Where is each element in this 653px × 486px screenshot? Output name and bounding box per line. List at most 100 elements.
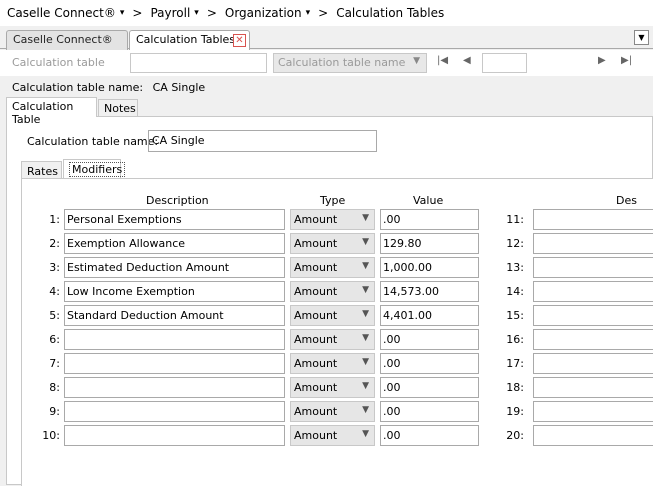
row-number: 16: [506, 333, 524, 346]
type-select[interactable]: Amount ▼ [290, 281, 375, 302]
tab-label: Modifiers [69, 162, 126, 177]
record-number-input[interactable] [482, 53, 527, 73]
type-select-value: Amount [294, 285, 338, 298]
row-number: 18: [506, 381, 524, 394]
chevron-down-icon: ▼ [362, 405, 369, 415]
description-field[interactable]: Exemption Allowance [64, 233, 285, 254]
value-field[interactable]: .00 [380, 377, 479, 398]
close-icon[interactable]: ✕ [233, 34, 246, 47]
row-number: 5: [49, 309, 60, 322]
description-field[interactable]: Personal Exemptions [64, 209, 285, 230]
row-number: 10: [42, 429, 60, 442]
description-field-right[interactable] [533, 329, 653, 350]
description-field[interactable]: Estimated Deduction Amount [64, 257, 285, 278]
description-field-right[interactable] [533, 377, 653, 398]
row-number: 15: [506, 309, 524, 322]
previous-record-icon[interactable]: ◀ [463, 55, 471, 66]
description-field-right[interactable] [533, 401, 653, 422]
type-select[interactable]: Amount ▼ [290, 353, 375, 374]
chevron-down-icon: ▼ [362, 333, 369, 343]
description-field-right[interactable] [533, 233, 653, 254]
type-select[interactable]: Amount ▼ [290, 401, 375, 422]
type-select[interactable]: Amount ▼ [290, 377, 375, 398]
row-number: 20: [506, 429, 524, 442]
tab-menu-dropdown-icon[interactable]: ▼ [634, 30, 649, 45]
tab-rates[interactable]: Rates [21, 161, 62, 179]
chevron-down-icon[interactable]: ▾ [194, 8, 199, 18]
tab-label: Rates [27, 165, 58, 178]
name-label: Calculation table name: [27, 135, 159, 148]
description-field[interactable] [64, 353, 285, 374]
chevron-down-icon: ▼ [362, 237, 369, 247]
chevron-down-icon[interactable]: ▾ [120, 8, 125, 18]
value-field[interactable]: .00 [380, 401, 479, 422]
row-number: 9: [49, 405, 60, 418]
description-field[interactable] [64, 329, 285, 350]
value-field[interactable]: .00 [380, 209, 479, 230]
type-select[interactable]: Amount ▼ [290, 233, 375, 254]
tab-label: Caselle Connect® [13, 33, 113, 46]
value-field[interactable]: .00 [380, 353, 479, 374]
description-field[interactable] [64, 401, 285, 422]
type-select-value: Amount [294, 405, 338, 418]
description-field[interactable] [64, 425, 285, 446]
calculation-table-name-select[interactable]: Calculation table name ▼ [273, 53, 427, 73]
chevron-down-icon: ▼ [362, 285, 369, 295]
value-field[interactable]: .00 [380, 425, 479, 446]
row-number: 14: [506, 285, 524, 298]
calculation-table-name-field[interactable]: CA Single [148, 130, 377, 152]
row-number: 17: [506, 357, 524, 370]
type-select[interactable]: Amount ▼ [290, 257, 375, 278]
value-field[interactable]: 129.80 [380, 233, 479, 254]
description-field-right[interactable] [533, 209, 653, 230]
description-field-right[interactable] [533, 425, 653, 446]
row-number: 4: [49, 285, 60, 298]
tab-modifiers[interactable]: Modifiers [63, 159, 126, 179]
description-field[interactable] [64, 377, 285, 398]
chevron-down-icon: ▼ [413, 56, 420, 66]
row-number: 2: [49, 237, 60, 250]
tab-notes[interactable]: Notes [98, 99, 138, 117]
chevron-down-icon[interactable]: ▾ [306, 8, 311, 18]
value-field[interactable]: 4,401.00 [380, 305, 479, 326]
chevron-down-icon: ▼ [362, 429, 369, 439]
row-number: 12: [506, 237, 524, 250]
value-field[interactable]: 1,000.00 [380, 257, 479, 278]
type-select[interactable]: Amount ▼ [290, 209, 375, 230]
chevron-down-icon: ▼ [362, 357, 369, 367]
breadcrumb-payroll[interactable]: Payroll [150, 6, 190, 20]
type-select-value: Amount [294, 213, 338, 226]
last-record-icon[interactable]: ▶| [621, 55, 632, 66]
tab-calculation-table[interactable]: Calculation Table [6, 97, 97, 126]
type-select[interactable]: Amount ▼ [290, 305, 375, 326]
first-record-icon[interactable]: |◀ [437, 55, 448, 66]
breadcrumb: Caselle Connect® ▾ > Payroll ▾ > Organiz… [0, 0, 653, 26]
value-field[interactable]: 14,573.00 [380, 281, 479, 302]
description-field-right[interactable] [533, 353, 653, 374]
toolbar: Calculation table Calculation table name… [0, 50, 653, 76]
breadcrumb-organization[interactable]: Organization [225, 6, 302, 20]
description-field[interactable]: Low Income Exemption [64, 281, 285, 302]
calculation-table-input[interactable] [130, 53, 267, 73]
description-field-right[interactable] [533, 305, 653, 326]
description-field-right[interactable] [533, 257, 653, 278]
tab-caselle-connect[interactable]: Caselle Connect® [6, 30, 128, 50]
modifiers-grid: Description Type Value Des 1: Personal Ex… [21, 178, 653, 486]
tab-label: Notes [104, 102, 136, 115]
description-header-right: Des [616, 194, 637, 207]
next-record-icon[interactable]: ▶ [598, 55, 606, 66]
breadcrumb-current: Calculation Tables [336, 6, 445, 20]
value-field[interactable]: .00 [380, 329, 479, 350]
type-select[interactable]: Amount ▼ [290, 329, 375, 350]
tab-calculation-tables[interactable]: Calculation Tables ✕ [129, 30, 250, 51]
record-info: Calculation table name: CA Single [12, 81, 211, 94]
row-number: 19: [506, 405, 524, 418]
description-field-right[interactable] [533, 281, 653, 302]
breadcrumb-home[interactable]: Caselle Connect® [7, 6, 116, 20]
type-select[interactable]: Amount ▼ [290, 425, 375, 446]
chevron-down-icon: ▼ [362, 213, 369, 223]
description-field[interactable]: Standard Deduction Amount [64, 305, 285, 326]
chevron-down-icon: ▼ [362, 381, 369, 391]
breadcrumb-separator: > [206, 6, 217, 20]
select-placeholder: Calculation table name [278, 56, 406, 69]
